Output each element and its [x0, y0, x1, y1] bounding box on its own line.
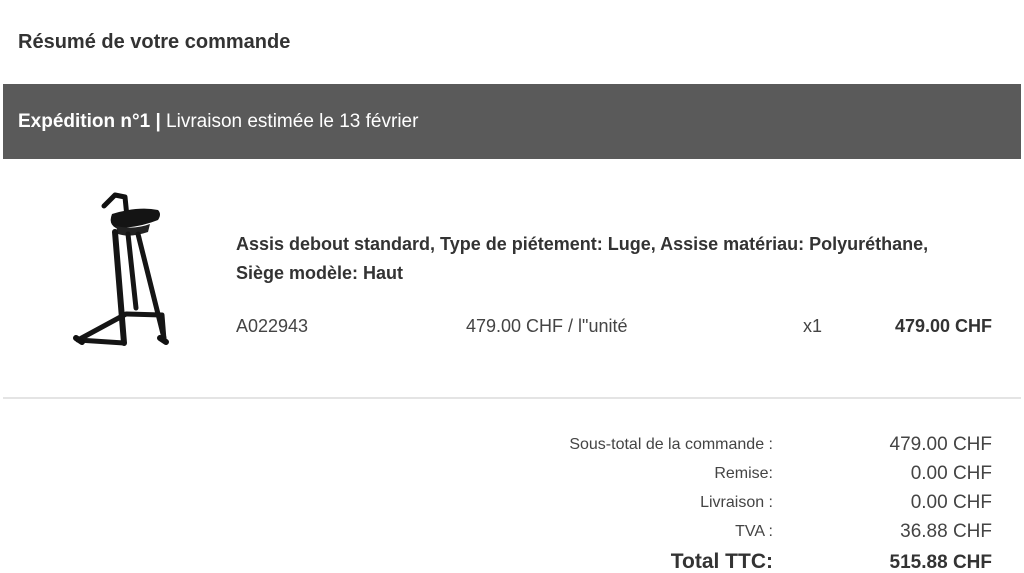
shipment-number: Expédition n°1 — [18, 110, 151, 132]
section-divider — [3, 397, 1021, 399]
product-description[interactable]: Assis debout standard, Type de piétement… — [236, 230, 936, 288]
order-summary-page: Résumé de votre commande Expédition n°1 … — [0, 0, 1024, 573]
subtotal-label: Sous-total de la commande : — [569, 436, 773, 453]
subtotal-value: 479.00 CHF — [889, 434, 992, 455]
grand-total-value: 515.88 CHF — [889, 552, 992, 573]
vat-row: TVA : 36.88 CHF — [0, 519, 1024, 548]
vat-label: TVA : — [735, 523, 773, 540]
discount-label: Remise: — [714, 465, 773, 482]
shipment-header: Expédition n°1 | Livraison estimée le 13… — [3, 84, 1021, 159]
delivery-estimate: Livraison estimée le 13 février — [166, 110, 419, 132]
grand-total-row: Total TTC: 515.88 CHF — [0, 548, 1024, 573]
shipment-separator: | — [150, 110, 167, 132]
order-summary-title: Résumé de votre commande — [18, 31, 291, 53]
vat-value: 36.88 CHF — [900, 521, 992, 542]
product-unit-price: 479.00 CHF / l"unité — [466, 316, 628, 336]
product-image-svg — [73, 192, 169, 346]
product-line-total: 479.00 CHF — [894, 316, 992, 336]
shipping-value: 0.00 CHF — [910, 492, 992, 513]
product-quantity: x1 — [803, 316, 823, 336]
shipment-header-text: Expédition n°1 | Livraison estimée le 13… — [3, 111, 418, 133]
standing-stool-icon[interactable] — [68, 190, 173, 350]
order-totals: Sous-total de la commande : 479.00 CHF R… — [0, 432, 1024, 573]
grand-total-label: Total TTC: — [670, 550, 773, 573]
shipping-label: Livraison : — [700, 494, 773, 511]
discount-row: Remise: 0.00 CHF — [0, 461, 1024, 490]
product-sku: A022943 — [236, 316, 309, 336]
discount-value: 0.00 CHF — [910, 463, 992, 484]
subtotal-row: Sous-total de la commande : 479.00 CHF — [0, 432, 1024, 461]
shipping-row: Livraison : 0.00 CHF — [0, 490, 1024, 519]
